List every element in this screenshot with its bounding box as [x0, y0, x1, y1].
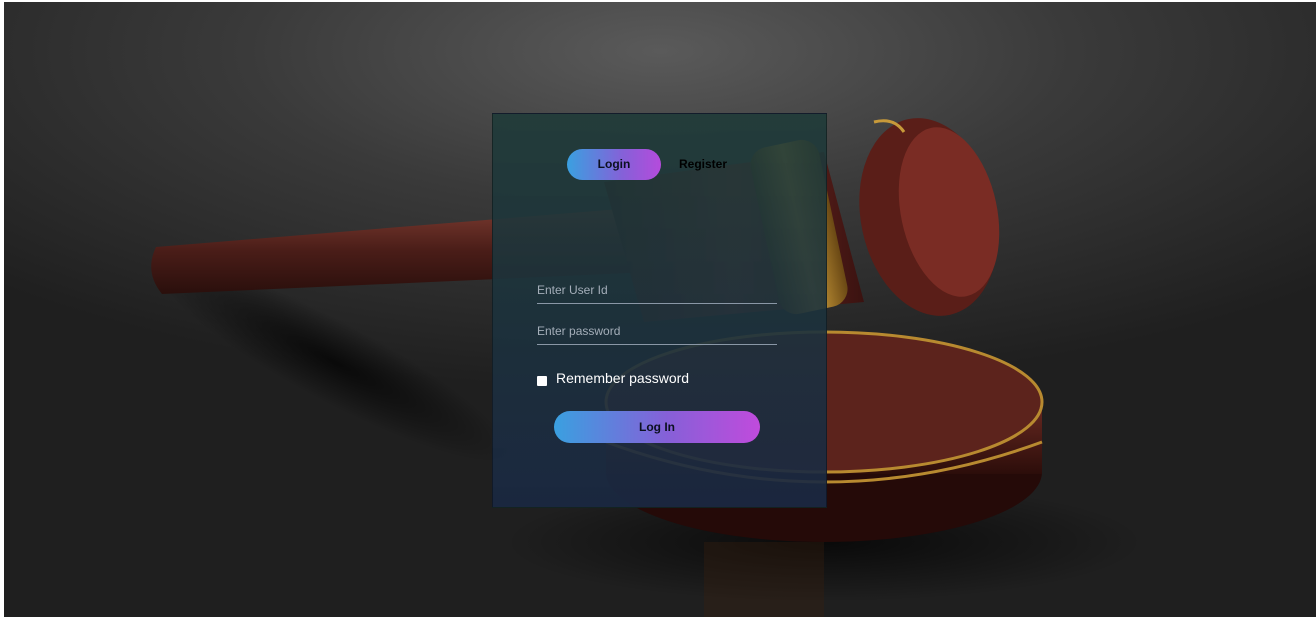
tab-login[interactable]: Login — [567, 149, 661, 180]
password-input[interactable] — [537, 318, 777, 345]
log-in-button[interactable]: Log In — [554, 411, 760, 443]
remember-password-row: Remember password — [537, 368, 689, 388]
remember-password-label[interactable]: Remember password — [556, 370, 689, 386]
login-panel: Login Register Remember password Log In — [492, 113, 827, 508]
remember-password-checkbox[interactable] — [537, 376, 547, 386]
tab-register[interactable]: Register — [679, 149, 727, 180]
user-id-input[interactable] — [537, 277, 777, 304]
